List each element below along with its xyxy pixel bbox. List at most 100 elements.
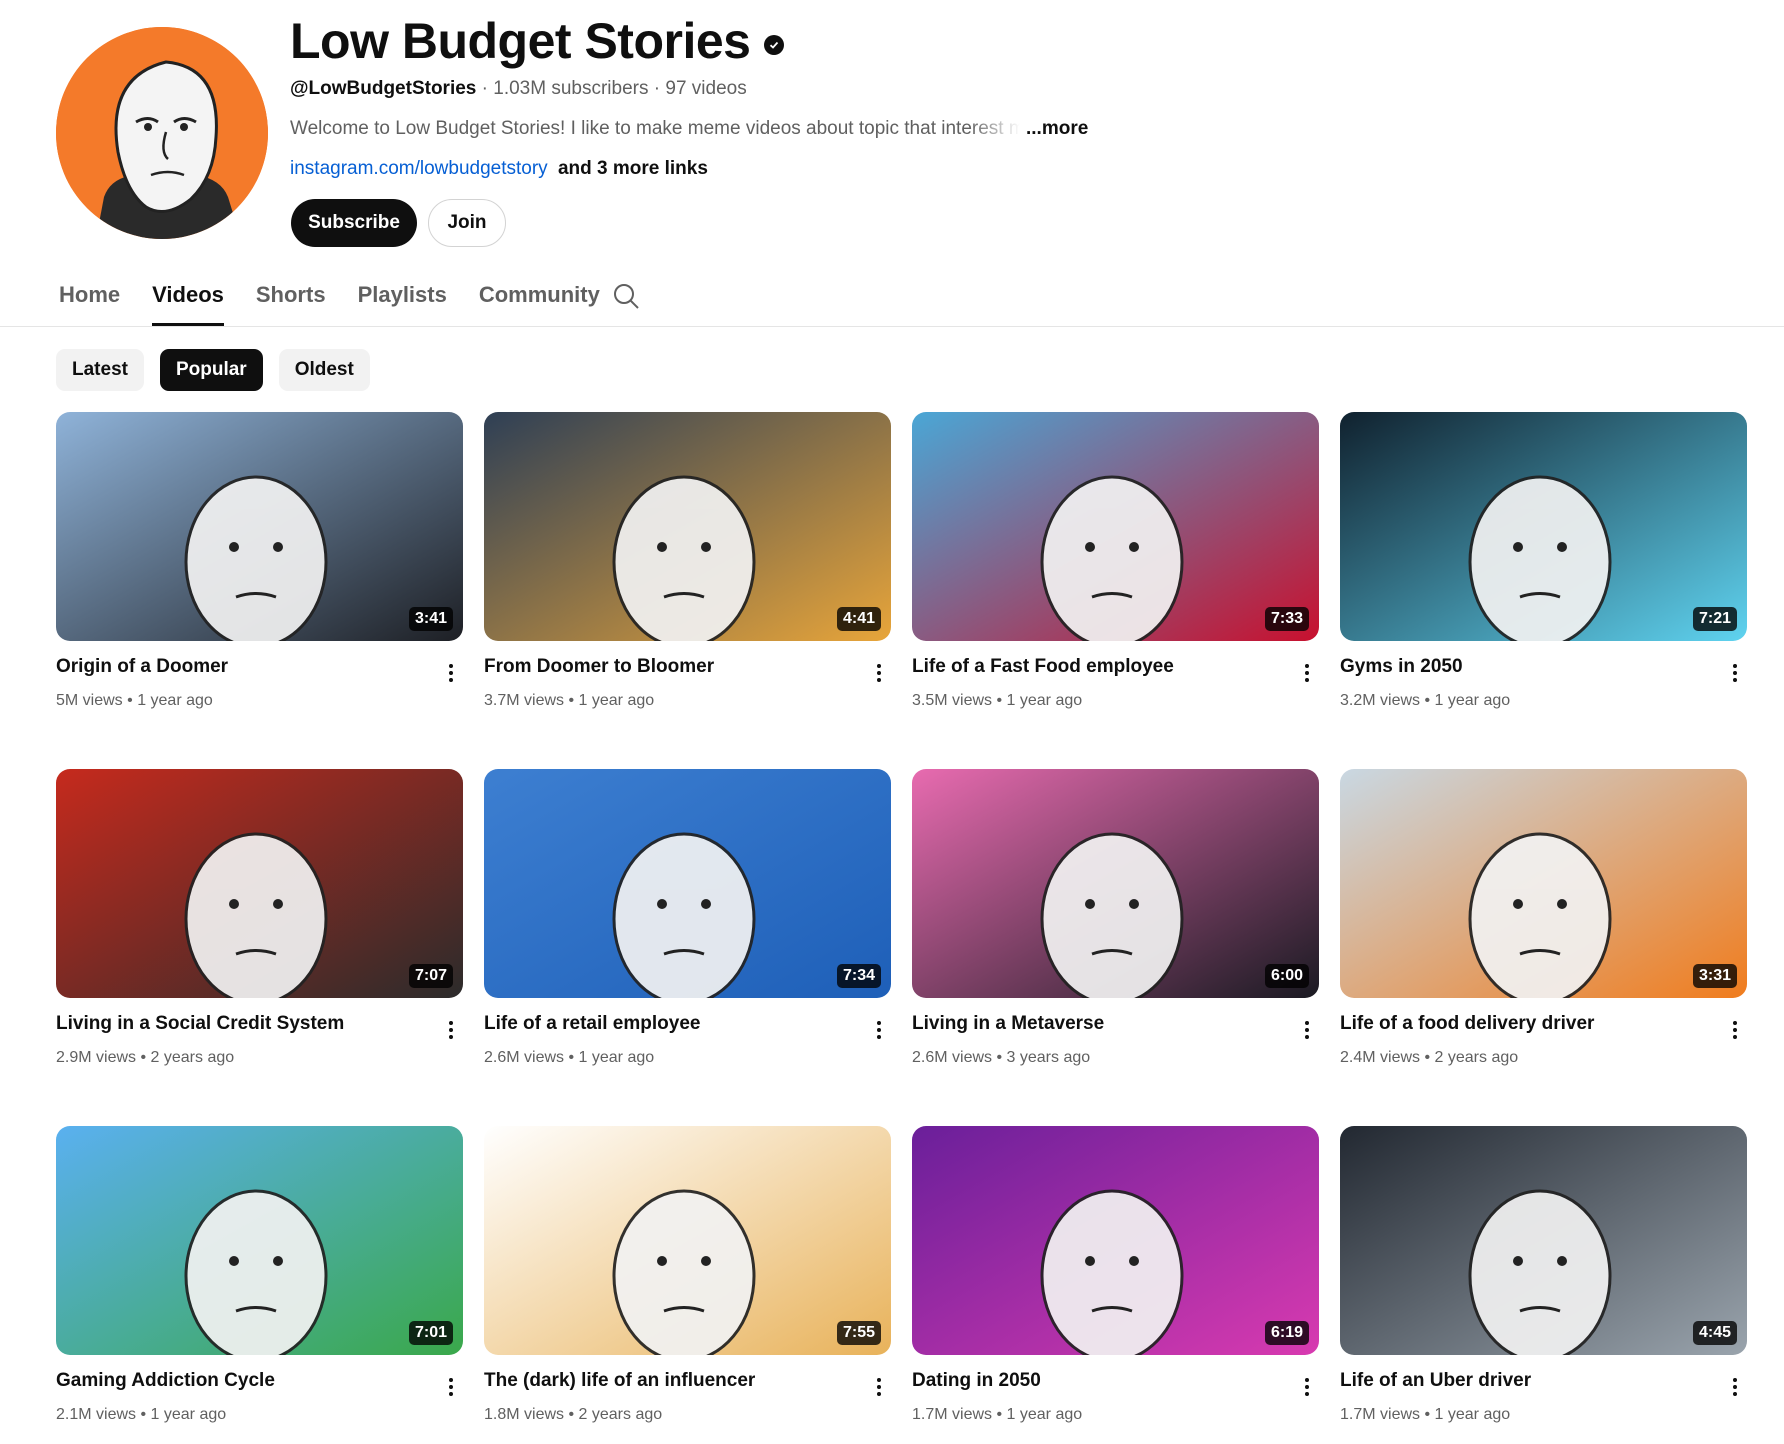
video-meta: 2.6M views • 1 year ago [484, 1049, 654, 1067]
video-card[interactable]: 4:45 Life of an Uber driver 1.7M views • 1… [1340, 1126, 1747, 1423]
thumbnail-art [56, 1126, 463, 1355]
video-title[interactable]: Life of a food delivery driver [1340, 1013, 1594, 1035]
video-views: 1.7M views [912, 1406, 993, 1423]
thumbnail-art [56, 412, 463, 641]
more-options-icon[interactable] [867, 1015, 891, 1045]
video-title[interactable]: Origin of a Doomer [56, 656, 228, 678]
video-card[interactable]: 7:33 Life of a Fast Food employee 3.5M vie… [912, 412, 1319, 709]
video-views: 3.2M views [1340, 692, 1421, 709]
video-duration: 7:34 [836, 964, 881, 988]
video-meta: 2.6M views • 3 years ago [912, 1049, 1090, 1067]
thumbnail-art [1340, 412, 1747, 641]
video-views: 1.7M views [1340, 1406, 1421, 1423]
video-card[interactable]: 7:07 Living in a Social Credit System 2.9M… [56, 769, 463, 1066]
video-meta: 2.4M views • 2 years ago [1340, 1049, 1518, 1067]
meta-separator: • [564, 1049, 579, 1066]
video-views: 1.8M views [484, 1406, 565, 1423]
video-thumbnail[interactable]: 4:45 [1340, 1126, 1747, 1355]
verified-check-icon [764, 35, 785, 55]
more-options-icon[interactable] [867, 1372, 891, 1402]
video-thumbnail[interactable]: 3:31 [1340, 769, 1747, 998]
video-card[interactable]: 7:21 Gyms in 2050 3.2M views • 1 year ago [1340, 412, 1747, 709]
video-title[interactable]: Life of a Fast Food employee [912, 656, 1174, 678]
video-duration: 7:07 [408, 964, 453, 988]
video-meta: 1.7M views • 1 year ago [912, 1406, 1082, 1424]
video-title[interactable]: Dating in 2050 [912, 1370, 1041, 1392]
tab-shorts[interactable]: Shorts [256, 270, 326, 326]
wojak-avatar-icon [56, 27, 268, 239]
video-card[interactable]: 3:31 Life of a food delivery driver 2.4M v… [1340, 769, 1747, 1066]
more-options-icon[interactable] [1723, 658, 1747, 688]
subscribe-button[interactable]: Subscribe [291, 199, 417, 247]
more-options-icon[interactable] [1295, 658, 1319, 688]
video-thumbnail[interactable]: 3:41 [56, 412, 463, 641]
description-more-link[interactable]: ...more [1026, 118, 1088, 140]
video-title[interactable]: The (dark) life of an influencer [484, 1370, 755, 1392]
tab-videos[interactable]: Videos [152, 270, 224, 326]
more-options-icon[interactable] [1723, 1372, 1747, 1402]
meta-separator: • [992, 692, 1007, 709]
video-card[interactable]: 3:41 Origin of a Doomer 5M views • 1 year … [56, 412, 463, 709]
video-thumbnail[interactable]: 7:34 [484, 769, 891, 998]
thumbnail-art [484, 769, 891, 998]
channel-avatar[interactable] [56, 27, 268, 239]
video-views: 2.6M views [912, 1049, 993, 1066]
sort-chips: Latest Popular Oldest [56, 349, 370, 391]
video-views: 2.1M views [56, 1406, 137, 1423]
video-title[interactable]: Gaming Addiction Cycle [56, 1370, 275, 1392]
meta-separator: • [136, 1049, 151, 1066]
chip-latest[interactable]: Latest [56, 349, 144, 391]
video-card[interactable]: 6:00 Living in a Metaverse 2.6M views • 3 … [912, 769, 1319, 1066]
more-options-icon[interactable] [1723, 1015, 1747, 1045]
video-card[interactable]: 6:19 Dating in 2050 1.7M views • 1 year ag… [912, 1126, 1319, 1423]
more-options-icon[interactable] [1295, 1015, 1319, 1045]
video-card[interactable]: 4:41 From Doomer to Bloomer 3.7M views • 1… [484, 412, 891, 709]
search-icon[interactable] [612, 282, 640, 310]
tab-community[interactable]: Community [479, 270, 600, 326]
instagram-link[interactable]: instagram.com/lowbudgetstory [290, 158, 548, 179]
video-duration: 7:01 [408, 1321, 453, 1345]
video-card[interactable]: 7:55 The (dark) life of an influencer 1.8M… [484, 1126, 891, 1423]
video-thumbnail[interactable]: 7:01 [56, 1126, 463, 1355]
video-thumbnail[interactable]: 6:00 [912, 769, 1319, 998]
more-options-icon[interactable] [439, 1015, 463, 1045]
video-title[interactable]: Gyms in 2050 [1340, 656, 1463, 678]
more-options-icon[interactable] [439, 658, 463, 688]
video-views: 2.4M views [1340, 1049, 1421, 1066]
video-title[interactable]: Living in a Social Credit System [56, 1013, 344, 1035]
video-card[interactable]: 7:01 Gaming Addiction Cycle 2.1M views • 1… [56, 1126, 463, 1423]
chip-oldest[interactable]: Oldest [278, 349, 370, 391]
video-thumbnail[interactable]: 7:33 [912, 412, 1319, 641]
join-button[interactable]: Join [428, 199, 506, 247]
video-thumbnail[interactable]: 7:07 [56, 769, 463, 998]
video-duration: 6:00 [1264, 964, 1309, 988]
thumbnail-art [484, 1126, 891, 1355]
more-options-icon[interactable] [867, 658, 891, 688]
video-title[interactable]: Life of a retail employee [484, 1013, 700, 1035]
video-title[interactable]: Life of an Uber driver [1340, 1370, 1531, 1392]
meta-separator: • [564, 1406, 579, 1423]
video-card[interactable]: 7:34 Life of a retail employee 2.6M views … [484, 769, 891, 1066]
tab-playlists[interactable]: Playlists [358, 270, 447, 326]
thumbnail-art [912, 769, 1319, 998]
channel-description[interactable]: Welcome to Low Budget Stories! I like to… [290, 118, 1088, 140]
video-meta: 3.7M views • 1 year ago [484, 692, 654, 710]
thumbnail-art [56, 769, 463, 998]
tab-home[interactable]: Home [59, 270, 120, 326]
video-age: 1 year ago [137, 692, 213, 709]
video-duration: 3:41 [408, 607, 453, 631]
more-options-icon[interactable] [1295, 1372, 1319, 1402]
video-thumbnail[interactable]: 7:55 [484, 1126, 891, 1355]
video-title[interactable]: From Doomer to Bloomer [484, 656, 714, 678]
thumbnail-art [484, 412, 891, 641]
more-links-link[interactable]: and 3 more links [558, 158, 708, 179]
video-thumbnail[interactable]: 6:19 [912, 1126, 1319, 1355]
more-options-icon[interactable] [439, 1372, 463, 1402]
video-title[interactable]: Living in a Metaverse [912, 1013, 1104, 1035]
channel-title: Low Budget Stories [290, 12, 785, 70]
video-age: 3 years ago [1006, 1049, 1091, 1066]
video-thumbnail[interactable]: 4:41 [484, 412, 891, 641]
video-age: 1 year ago [150, 1406, 227, 1423]
chip-popular[interactable]: Popular [159, 349, 263, 391]
video-thumbnail[interactable]: 7:21 [1340, 412, 1747, 641]
